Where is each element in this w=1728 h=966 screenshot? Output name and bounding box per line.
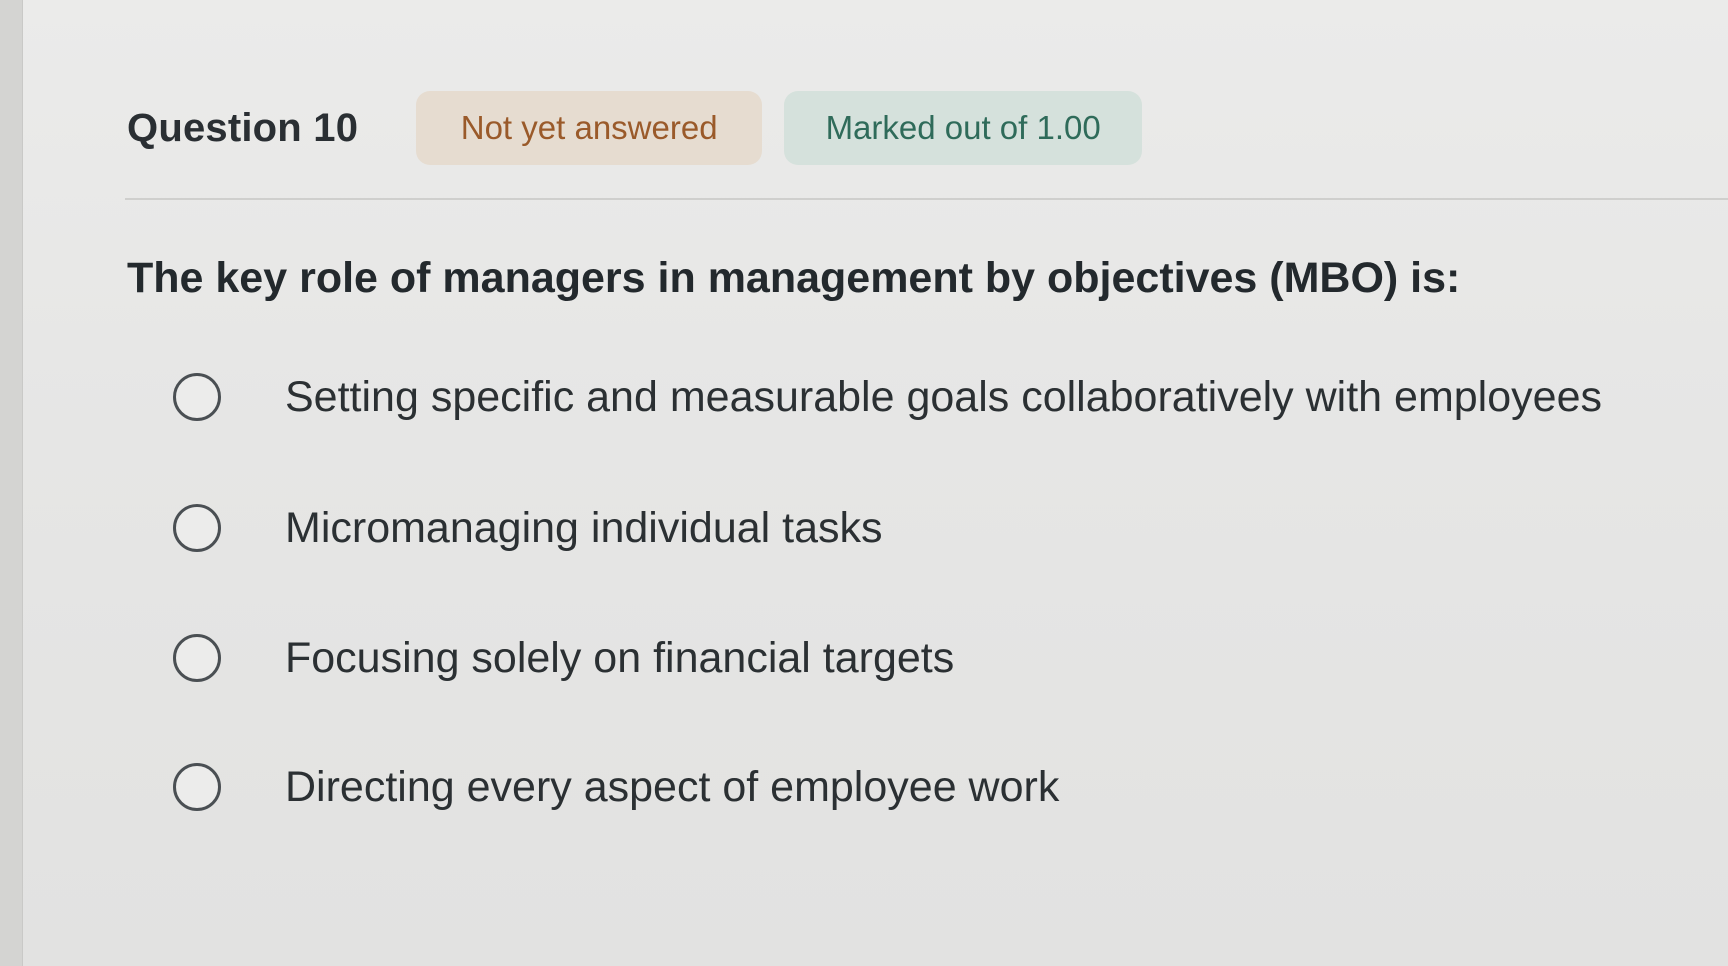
header-divider [125, 198, 1728, 200]
question-header: Question 10 Not yet answered Marked out … [127, 88, 1143, 168]
question-number: Question 10 [127, 105, 359, 150]
question-text: The key role of managers in management b… [127, 254, 1461, 302]
answer-option-label[interactable]: Focusing solely on financial targets [285, 634, 954, 683]
radio-button[interactable] [173, 504, 221, 552]
answer-option-3[interactable]: Focusing solely on financial targets [173, 623, 954, 693]
answer-option-label[interactable]: Setting specific and measurable goals co… [285, 373, 1602, 422]
status-badge: Not yet answered [416, 91, 763, 165]
answer-option-2[interactable]: Micromanaging individual tasks [173, 493, 883, 563]
answer-option-label[interactable]: Directing every aspect of employee work [285, 763, 1059, 812]
answer-option-label[interactable]: Micromanaging individual tasks [285, 504, 883, 553]
marks-badge: Marked out of 1.00 [784, 91, 1143, 165]
quiz-page: Question 10 Not yet answered Marked out … [22, 0, 1728, 966]
radio-button[interactable] [173, 373, 221, 421]
answer-option-1[interactable]: Setting specific and measurable goals co… [173, 362, 1602, 432]
answer-option-4[interactable]: Directing every aspect of employee work [173, 752, 1059, 822]
radio-button[interactable] [173, 763, 221, 811]
radio-button[interactable] [173, 634, 221, 682]
